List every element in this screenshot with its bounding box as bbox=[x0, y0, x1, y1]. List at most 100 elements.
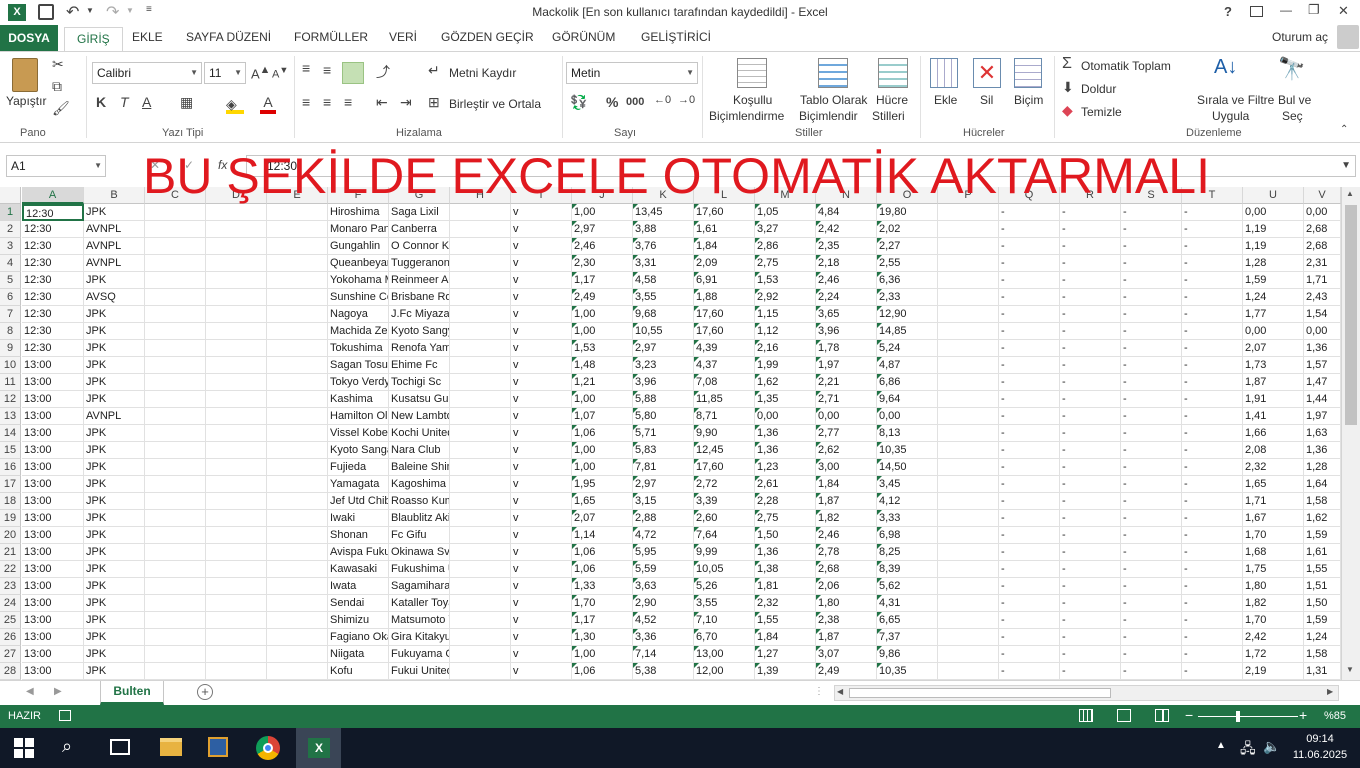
table-cell[interactable]: 7,81 bbox=[633, 459, 694, 476]
column-header-b[interactable]: B bbox=[84, 187, 145, 204]
table-cell[interactable]: 1,41 bbox=[1243, 408, 1304, 425]
table-cell[interactable]: - bbox=[1121, 459, 1182, 476]
table-cell[interactable]: - bbox=[999, 527, 1060, 544]
table-cell[interactable]: - bbox=[1060, 561, 1121, 578]
table-cell[interactable]: Gungahlin bbox=[328, 238, 389, 255]
table-cell[interactable] bbox=[267, 527, 328, 544]
table-cell[interactable]: 1,65 bbox=[572, 493, 633, 510]
table-cell[interactable]: - bbox=[1182, 272, 1243, 289]
table-cell[interactable]: - bbox=[1182, 408, 1243, 425]
table-cell[interactable]: - bbox=[999, 425, 1060, 442]
zoom-in-button[interactable]: + bbox=[1299, 707, 1307, 723]
table-cell[interactable]: - bbox=[1182, 612, 1243, 629]
table-cell[interactable]: 1,91 bbox=[1243, 391, 1304, 408]
row-header[interactable]: 8 bbox=[0, 323, 21, 340]
table-cell[interactable]: JPK bbox=[84, 306, 145, 323]
table-cell[interactable]: Fukushima Unite bbox=[389, 561, 450, 578]
table-cell[interactable]: 1,06 bbox=[572, 663, 633, 680]
table-cell[interactable]: 3,55 bbox=[694, 595, 755, 612]
row-header[interactable]: 1 bbox=[0, 204, 21, 221]
table-cell[interactable]: v bbox=[511, 646, 572, 663]
table-cell[interactable]: - bbox=[1121, 306, 1182, 323]
table-cell[interactable] bbox=[206, 238, 267, 255]
table-cell[interactable]: - bbox=[1060, 204, 1121, 221]
table-cell[interactable]: - bbox=[1121, 612, 1182, 629]
table-cell[interactable]: 10,55 bbox=[633, 323, 694, 340]
table-cell[interactable]: - bbox=[999, 561, 1060, 578]
table-cell[interactable]: - bbox=[1060, 408, 1121, 425]
table-cell[interactable]: - bbox=[1182, 255, 1243, 272]
table-cell[interactable]: 1,61 bbox=[694, 221, 755, 238]
table-cell[interactable]: Ehime Fc bbox=[389, 357, 450, 374]
table-cell[interactable]: 9,90 bbox=[694, 425, 755, 442]
table-cell[interactable]: Yamagata bbox=[328, 476, 389, 493]
table-cell[interactable]: 1,63 bbox=[1304, 425, 1341, 442]
table-cell[interactable]: - bbox=[1121, 561, 1182, 578]
table-cell[interactable]: 2,43 bbox=[1304, 289, 1341, 306]
table-cell[interactable]: 2,06 bbox=[816, 578, 877, 595]
table-cell[interactable] bbox=[267, 323, 328, 340]
underline-button[interactable]: A bbox=[142, 94, 151, 110]
row-header[interactable]: 26 bbox=[0, 629, 21, 646]
table-cell[interactable]: - bbox=[1182, 493, 1243, 510]
cell-styles-label2[interactable]: Stilleri bbox=[872, 109, 905, 123]
table-cell[interactable]: Kataller Toyama bbox=[389, 595, 450, 612]
table-cell[interactable]: 1,21 bbox=[572, 374, 633, 391]
table-cell[interactable] bbox=[145, 476, 206, 493]
clock-time[interactable]: 09:14 bbox=[1300, 733, 1340, 745]
table-cell[interactable]: 1,31 bbox=[1304, 663, 1341, 680]
table-cell[interactable] bbox=[938, 391, 999, 408]
table-cell[interactable]: Fagiano Oka bbox=[328, 629, 389, 646]
table-cell[interactable] bbox=[145, 595, 206, 612]
table-cell[interactable]: 2,97 bbox=[572, 221, 633, 238]
table-cell[interactable]: - bbox=[1182, 221, 1243, 238]
table-cell[interactable]: - bbox=[1121, 663, 1182, 680]
table-cell[interactable]: JPK bbox=[84, 442, 145, 459]
table-cell[interactable]: Shonan bbox=[328, 527, 389, 544]
table-cell[interactable]: 13:00 bbox=[22, 493, 84, 510]
table-cell[interactable]: 2,78 bbox=[816, 544, 877, 561]
paste-button[interactable]: Yapıştır bbox=[6, 94, 46, 108]
table-cell[interactable]: 8,25 bbox=[877, 544, 938, 561]
table-cell[interactable]: 1,36 bbox=[755, 425, 816, 442]
table-cell[interactable]: - bbox=[999, 629, 1060, 646]
table-cell[interactable]: v bbox=[511, 544, 572, 561]
table-cell[interactable]: 12:30 bbox=[22, 221, 84, 238]
hscroll-right-icon[interactable]: ▶ bbox=[1327, 687, 1333, 696]
table-cell[interactable]: 3,96 bbox=[633, 374, 694, 391]
table-cell[interactable]: 2,33 bbox=[877, 289, 938, 306]
table-cell[interactable]: 12:30 bbox=[22, 323, 84, 340]
table-cell[interactable]: - bbox=[1121, 255, 1182, 272]
table-cell[interactable]: - bbox=[1182, 238, 1243, 255]
decrease-decimal-icon[interactable]: →0 bbox=[678, 94, 695, 106]
tab-view[interactable]: GÖRÜNÜM bbox=[552, 30, 615, 44]
table-cell[interactable]: v bbox=[511, 238, 572, 255]
table-cell[interactable]: 2,68 bbox=[816, 561, 877, 578]
table-cell[interactable] bbox=[267, 442, 328, 459]
table-cell[interactable]: Fukui United bbox=[389, 663, 450, 680]
table-cell[interactable]: Kochi United bbox=[389, 425, 450, 442]
table-cell[interactable]: 0,00 bbox=[1243, 323, 1304, 340]
page-layout-view-icon[interactable] bbox=[1117, 709, 1131, 722]
table-cell[interactable]: 1,36 bbox=[1304, 442, 1341, 459]
table-cell[interactable]: - bbox=[1060, 374, 1121, 391]
table-cell[interactable]: - bbox=[1121, 374, 1182, 391]
table-cell[interactable]: 2,46 bbox=[816, 272, 877, 289]
table-cell[interactable]: Yokohama M bbox=[328, 272, 389, 289]
table-cell[interactable]: AVNPL bbox=[84, 255, 145, 272]
row-header[interactable]: 22 bbox=[0, 561, 21, 578]
table-cell[interactable] bbox=[450, 323, 511, 340]
table-cell[interactable]: - bbox=[1060, 391, 1121, 408]
table-cell[interactable]: JPK bbox=[84, 663, 145, 680]
table-cell[interactable]: Shimizu bbox=[328, 612, 389, 629]
table-cell[interactable]: 3,33 bbox=[877, 510, 938, 527]
increase-indent-icon[interactable]: ⇥ bbox=[400, 94, 412, 111]
table-cell[interactable] bbox=[206, 493, 267, 510]
table-cell[interactable]: JPK bbox=[84, 493, 145, 510]
format-as-table-label1[interactable]: Tablo Olarak bbox=[800, 93, 867, 107]
row-header[interactable]: 4 bbox=[0, 255, 21, 272]
insert-cells-button[interactable]: Ekle bbox=[934, 93, 957, 107]
table-cell[interactable] bbox=[145, 459, 206, 476]
table-cell[interactable]: - bbox=[1121, 238, 1182, 255]
table-cell[interactable]: - bbox=[1182, 663, 1243, 680]
